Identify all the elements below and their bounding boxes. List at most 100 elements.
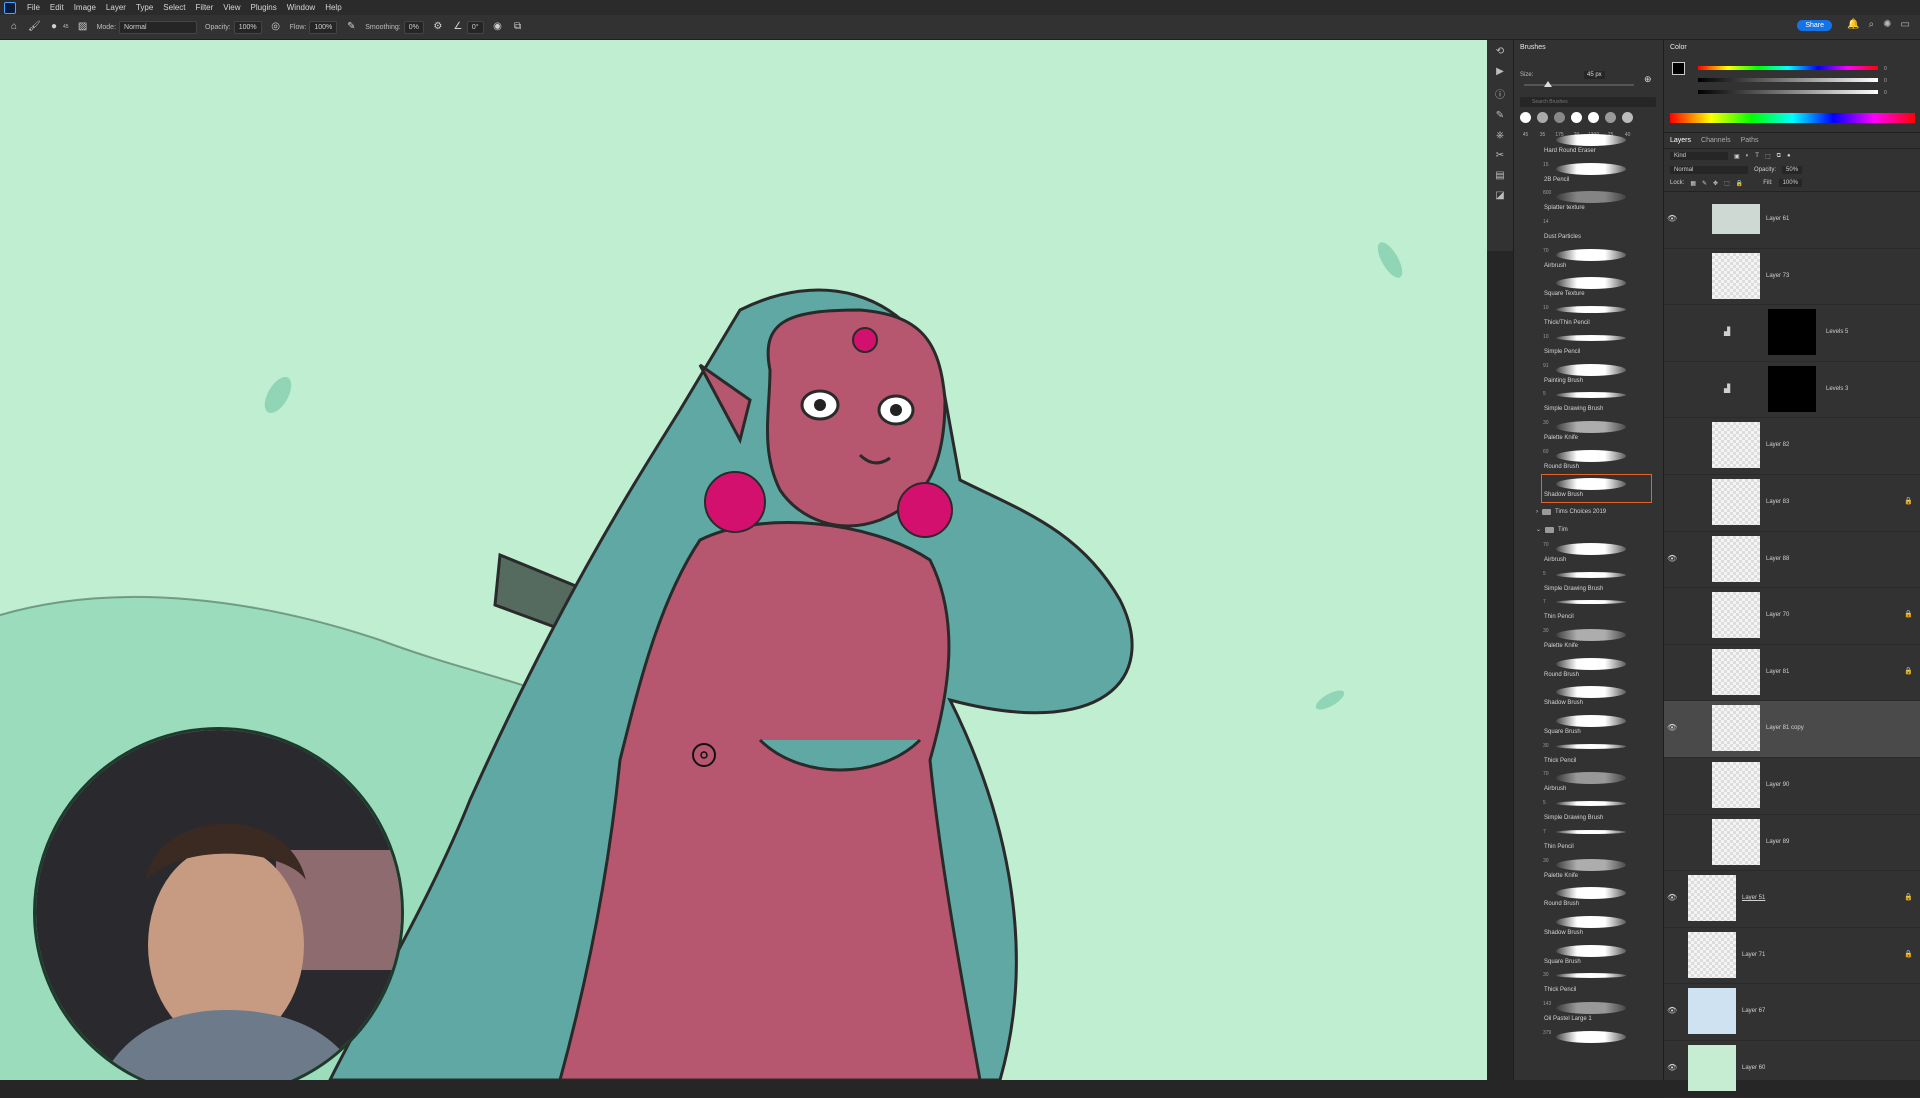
foreground-color-swatch[interactable] <box>1672 62 1685 75</box>
brush-item[interactable]: Shadow Brush <box>1514 682 1664 711</box>
opacity-field[interactable]: 100% <box>233 20 262 34</box>
brush-settings-icon[interactable]: ▨ <box>77 21 89 33</box>
filter-smart-icon[interactable]: ⧉ <box>1777 153 1781 160</box>
document-canvas[interactable] <box>0 40 1487 1080</box>
layer-row[interactable]: 👁 Layer 67 <box>1664 984 1920 1041</box>
menu-plugins[interactable]: Plugins <box>246 3 282 12</box>
filter-adjustment-icon[interactable]: ◐ <box>1746 153 1750 159</box>
brush-size-field[interactable]: 45 px <box>1584 71 1605 79</box>
lock-position-icon[interactable]: ✥ <box>1713 180 1718 187</box>
fill-field[interactable]: 100% <box>1778 179 1802 187</box>
angle-field[interactable]: 0° <box>466 20 484 34</box>
brush-item[interactable]: 800 Splatter texture <box>1514 187 1664 216</box>
adjustment-layer-row[interactable]: ▟ Levels 5 <box>1664 305 1920 362</box>
brush-item[interactable]: 379 <box>1514 1027 1664 1056</box>
filter-toggle-icon[interactable]: ● <box>1787 153 1791 159</box>
brush-item[interactable]: 70 Airbrush <box>1514 768 1664 797</box>
layer-row[interactable]: Layer 73 <box>1664 249 1920 306</box>
size-slider-handle[interactable] <box>1544 81 1552 87</box>
brush-item[interactable]: Square Brush <box>1514 941 1664 970</box>
layer-row[interactable]: Layer 70 🔒 <box>1664 588 1920 645</box>
lock-all-icon[interactable]: 🔒 <box>1736 180 1743 187</box>
layer-row[interactable]: 👁 Layer 60 <box>1664 1041 1920 1098</box>
brush-item[interactable]: Round Brush <box>1514 883 1664 912</box>
brush-item[interactable]: 5 Simple Drawing Brush <box>1514 797 1664 826</box>
visibility-eye-icon[interactable]: 👁 <box>1667 723 1677 732</box>
menu-file[interactable]: File <box>22 3 45 12</box>
brush-item[interactable]: 14 Dust Particles <box>1514 216 1664 245</box>
filter-type-icon[interactable]: T <box>1755 153 1759 159</box>
lock-paint-icon[interactable]: ✎ <box>1702 180 1707 187</box>
menu-window[interactable]: Window <box>282 3 320 12</box>
brightness-slider[interactable] <box>1698 90 1878 94</box>
brush-item[interactable]: 7 Thin Pencil <box>1514 826 1664 855</box>
libraries-icon[interactable]: ◪ <box>1495 190 1504 201</box>
symmetry-icon[interactable]: ⧉ <box>512 21 524 33</box>
menu-layer[interactable]: Layer <box>101 3 131 12</box>
brush-settings-panel-icon[interactable]: ✎ <box>1496 110 1504 121</box>
brush-item[interactable]: 7 Thin Pencil <box>1514 596 1664 625</box>
color-tab[interactable]: Color <box>1664 40 1920 55</box>
menu-help[interactable]: Help <box>320 3 346 12</box>
hue-slider[interactable] <box>1698 66 1878 70</box>
lock-pixels-icon[interactable]: ▦ <box>1690 180 1696 187</box>
visibility-eye-icon[interactable]: 👁 <box>1667 214 1677 223</box>
discover-icon[interactable]: ✺ <box>1883 19 1891 30</box>
menu-image[interactable]: Image <box>69 3 101 12</box>
brush-item[interactable]: Shadow Brush <box>1514 912 1664 941</box>
brush-item[interactable]: 30 Palette Knife <box>1514 855 1664 884</box>
layer-row[interactable]: Layer 89 <box>1664 815 1920 872</box>
smoothing-gear-icon[interactable]: ⚙ <box>432 21 444 33</box>
adjustment-layer-row[interactable]: ▟ Levels 3 <box>1664 362 1920 419</box>
brush-item[interactable]: 10 Thick/Thin Pencil <box>1514 302 1664 331</box>
layer-row[interactable]: Layer 83 🔒 <box>1664 475 1920 532</box>
visibility-eye-icon[interactable]: 👁 <box>1667 893 1677 902</box>
brush-group[interactable]: › Tims Choices 2019 <box>1514 503 1664 521</box>
brush-group[interactable]: ⌄ Tim <box>1514 521 1664 539</box>
visibility-eye-icon[interactable]: 👁 <box>1667 554 1677 563</box>
brush-item[interactable]: 60 Round Brush <box>1514 446 1664 475</box>
color-value-1[interactable]: 0 <box>1884 63 1887 75</box>
brush-item[interactable]: 30 Palette Knife <box>1514 625 1664 654</box>
brush-item[interactable]: 70 Airbrush <box>1514 245 1664 274</box>
brush-item[interactable]: Round Brush <box>1514 654 1664 683</box>
visibility-eye-icon[interactable]: 👁 <box>1667 1063 1677 1072</box>
brush-item[interactable]: Square Texture <box>1514 273 1664 302</box>
pressure-opacity-icon[interactable]: ◎ <box>270 21 282 33</box>
color-value-3[interactable]: 0 <box>1884 87 1887 99</box>
tool-presets-icon[interactable]: ✂ <box>1496 150 1504 161</box>
brush-item[interactable]: 30 Palette Knife <box>1514 417 1664 446</box>
brush-item[interactable]: 30 Thick Pencil <box>1514 969 1664 998</box>
share-button[interactable]: Share <box>1797 20 1832 31</box>
menu-filter[interactable]: Filter <box>191 3 219 12</box>
color-value-2[interactable]: 0 <box>1884 75 1887 87</box>
play-actions-icon[interactable]: ▶ <box>1496 66 1504 77</box>
tab-layers[interactable]: Layers <box>1670 137 1691 144</box>
clone-source-icon[interactable]: ⎈ <box>1496 130 1504 141</box>
blend-mode-select[interactable]: Normal <box>1670 166 1748 174</box>
brush-item[interactable]: 91 Painting Brush <box>1514 360 1664 389</box>
filter-pixel-icon[interactable]: ▣ <box>1734 153 1740 160</box>
visibility-eye-icon[interactable]: 👁 <box>1667 1006 1677 1015</box>
brushes-tab[interactable]: Brushes <box>1514 40 1664 55</box>
brush-item-selected[interactable]: Shadow Brush <box>1541 474 1652 503</box>
tab-paths[interactable]: Paths <box>1741 137 1759 144</box>
brush-item[interactable]: 143 Oil Pastel Large 1 <box>1514 998 1664 1027</box>
history-icon[interactable]: ⟲ <box>1496 46 1504 57</box>
tab-channels[interactable]: Channels <box>1701 137 1731 144</box>
brush-item[interactable]: 15 2B Pencil <box>1514 159 1664 188</box>
layer-opacity-field[interactable]: 50% <box>1782 166 1803 174</box>
layer-row[interactable]: 👁 Layer 88 <box>1664 532 1920 589</box>
mode-select[interactable]: Normal <box>119 20 198 34</box>
home-icon[interactable]: ⌂ <box>8 21 20 33</box>
flow-field[interactable]: 100% <box>309 20 338 34</box>
airbrush-icon[interactable]: ✎ <box>345 21 357 33</box>
bell-icon[interactable]: 🔔 <box>1847 19 1859 30</box>
layer-row[interactable]: Layer 71 🔒 <box>1664 928 1920 985</box>
brush-tool-icon[interactable]: 🖌 <box>28 21 41 33</box>
brush-item[interactable]: 70 Airbrush <box>1514 539 1664 568</box>
new-brush-icon[interactable]: ⊕ <box>1644 74 1652 85</box>
menu-edit[interactable]: Edit <box>45 3 69 12</box>
filter-shape-icon[interactable]: ⬚ <box>1765 153 1771 160</box>
brush-search-input[interactable]: Search Brushes <box>1520 97 1656 107</box>
